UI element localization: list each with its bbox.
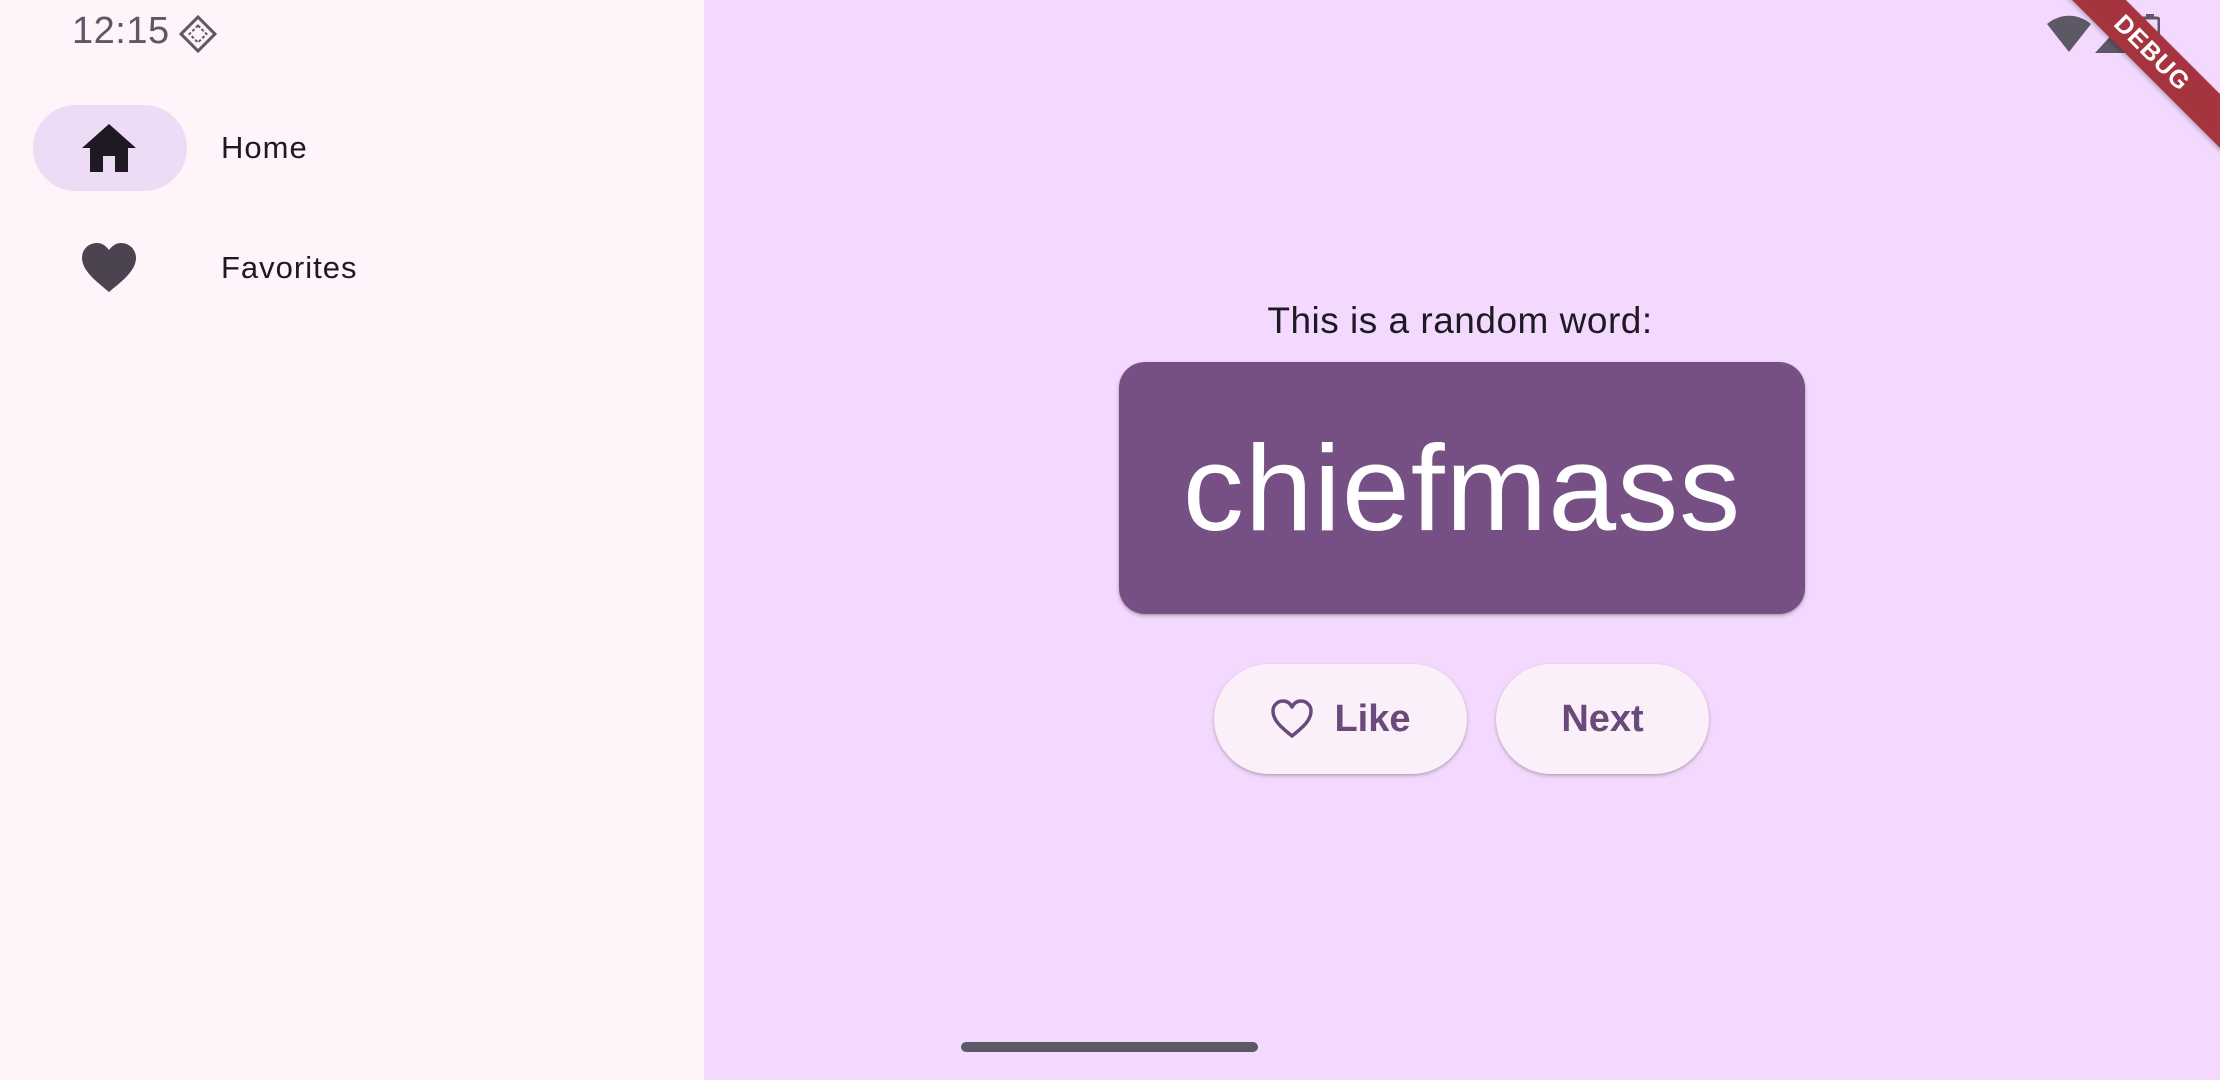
gesture-home-indicator[interactable] — [961, 1042, 1258, 1052]
like-button-label: Like — [1334, 697, 1411, 740]
nav-item-home[interactable]: Home — [0, 98, 704, 198]
random-word-prompt: This is a random word: — [1267, 300, 1653, 341]
heart-outline-icon — [1271, 699, 1314, 738]
nav-item-label: Home — [221, 130, 308, 165]
navigation-rail: 12:15 Home Favorites — [0, 0, 704, 1080]
home-icon — [82, 124, 136, 172]
next-button-label: Next — [1561, 697, 1644, 740]
like-button[interactable]: Like — [1214, 664, 1467, 774]
nav-item-label: Favorites — [221, 250, 358, 285]
notification-diamond-icon — [178, 14, 218, 54]
wifi-icon — [2047, 15, 2091, 52]
random-word: chiefmass — [1182, 420, 1742, 556]
app-screen: 12:15 Home Favorites DEBUG This is a ran… — [0, 0, 2220, 1080]
heart-icon — [82, 243, 136, 292]
word-card: chiefmass — [1119, 362, 1805, 614]
status-time: 12:15 — [72, 10, 170, 52]
nav-item-favorites[interactable]: Favorites — [0, 218, 704, 318]
next-button[interactable]: Next — [1496, 664, 1709, 774]
